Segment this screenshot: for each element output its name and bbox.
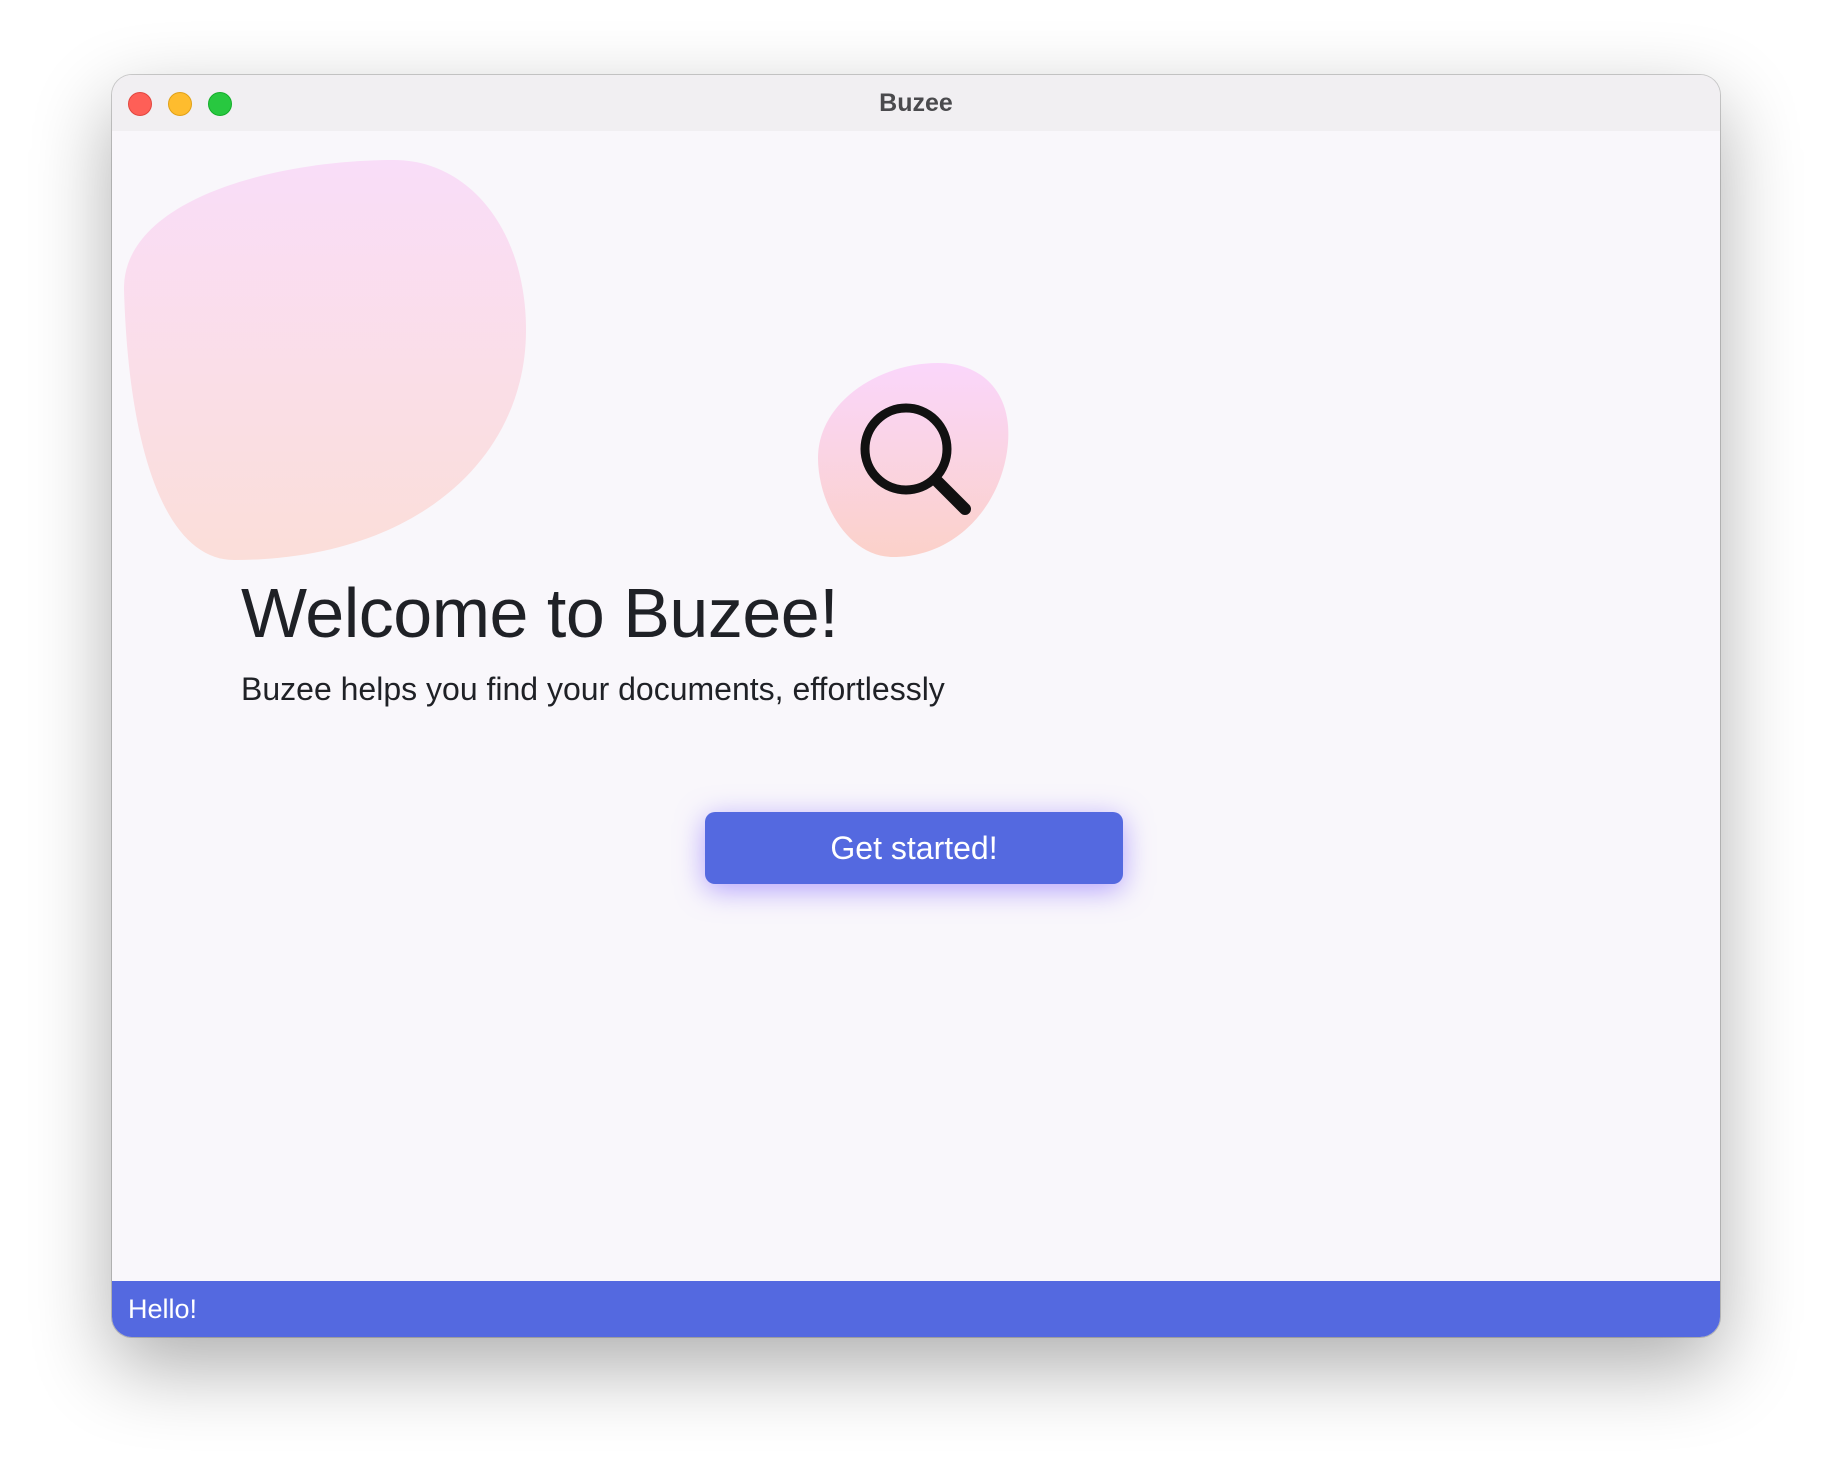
status-text: Hello! [128,1294,198,1324]
app-window: Buzee Welcome to Buzee! Buzee helps you … [112,75,1720,1337]
magnifying-glass-icon [860,403,971,515]
title-bar[interactable]: Buzee [112,75,1720,131]
status-bar: Hello! [112,1281,1720,1337]
welcome-subheading: Buzee helps you find your documents, eff… [241,671,945,707]
welcome-heading: Welcome to Buzee! [241,574,839,652]
welcome-screen: Welcome to Buzee! Buzee helps you find y… [112,131,1720,1281]
app-logo [818,363,1012,557]
window-title: Buzee [879,89,953,117]
get-started-button[interactable]: Get started! [705,812,1123,884]
decorative-blob [124,160,526,560]
